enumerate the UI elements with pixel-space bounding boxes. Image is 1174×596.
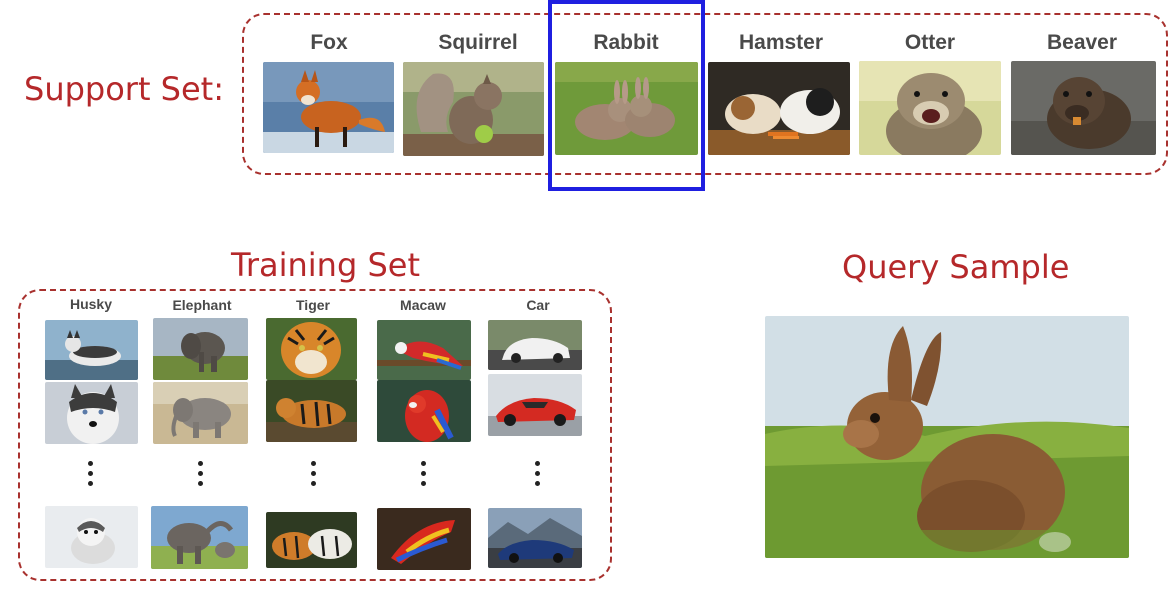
elephant-image-1 bbox=[153, 318, 248, 380]
macaw-image-3 bbox=[377, 508, 471, 570]
training-label-car: Car bbox=[526, 297, 550, 313]
training-label-elephant: Elephant bbox=[172, 297, 232, 313]
car-image-2 bbox=[488, 374, 582, 436]
elephant-ellipsis bbox=[198, 461, 204, 491]
training-label-tiger: Tiger bbox=[296, 297, 330, 313]
fox-image bbox=[263, 62, 394, 153]
macaw-ellipsis bbox=[421, 461, 427, 491]
husky-image-1 bbox=[45, 320, 138, 380]
training-label-husky: Husky bbox=[69, 296, 113, 312]
squirrel-image bbox=[403, 62, 544, 156]
query-rabbit-image bbox=[765, 316, 1129, 558]
car-ellipsis bbox=[535, 461, 541, 491]
tiger-image-1 bbox=[266, 318, 357, 380]
tiger-ellipsis bbox=[311, 461, 317, 491]
support-label-otter: Otter bbox=[904, 31, 956, 54]
support-label-hamster: Hamster bbox=[738, 31, 824, 54]
car-image-3 bbox=[488, 508, 582, 568]
husky-ellipsis bbox=[88, 461, 94, 491]
tiger-image-3 bbox=[266, 512, 357, 568]
husky-image-3 bbox=[45, 506, 138, 568]
husky-image-2 bbox=[45, 382, 138, 444]
tiger-image-2 bbox=[266, 380, 357, 442]
macaw-image-2 bbox=[377, 380, 471, 442]
car-image-1 bbox=[488, 320, 582, 370]
training-set-title: Training Set bbox=[231, 246, 420, 284]
support-highlight-box bbox=[548, 0, 705, 191]
support-label-beaver: Beaver bbox=[1046, 31, 1118, 54]
query-sample-title: Query Sample bbox=[842, 248, 1070, 286]
support-set-title: Support Set: bbox=[24, 70, 224, 108]
elephant-image-2 bbox=[153, 382, 248, 444]
elephant-image-3 bbox=[151, 506, 248, 569]
beaver-image bbox=[1011, 61, 1156, 155]
macaw-image-1 bbox=[377, 320, 471, 380]
support-label-fox: Fox bbox=[310, 31, 348, 54]
hamster-image bbox=[708, 62, 850, 155]
otter-image bbox=[859, 61, 1001, 155]
support-label-squirrel: Squirrel bbox=[438, 31, 518, 54]
training-label-macaw: Macaw bbox=[400, 297, 446, 313]
